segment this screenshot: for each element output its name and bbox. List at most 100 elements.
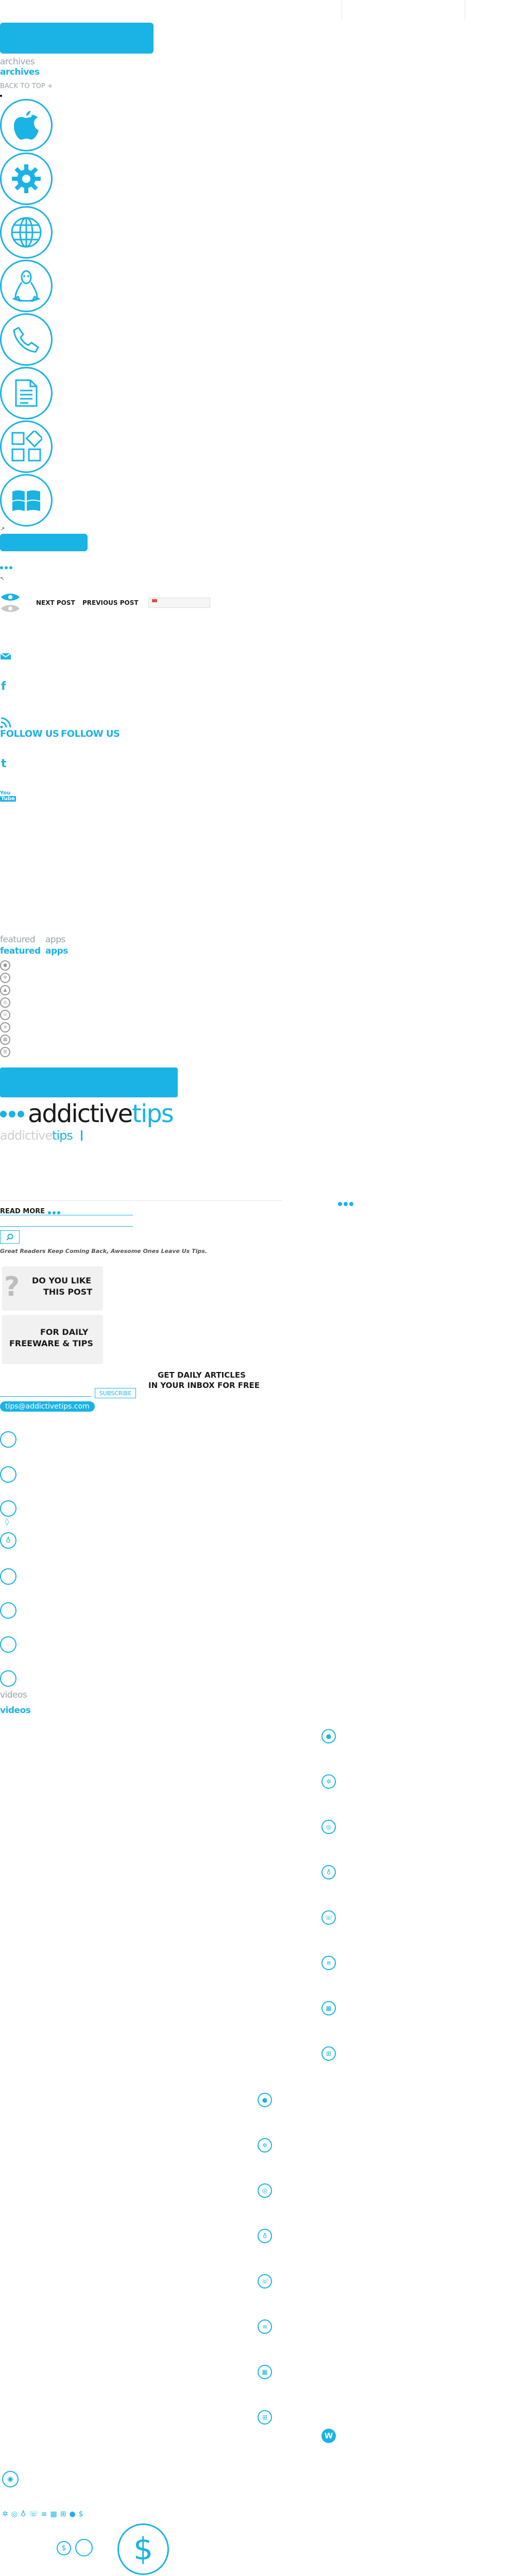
like-line-1: DO YOU LIKE bbox=[32, 1276, 92, 1285]
bottom-icon-row: ✲ ◎ ♁ ☏ ≡ ▦ ⊞ ● $ bbox=[2, 2510, 83, 2518]
mid-globe-icon[interactable]: ◎ bbox=[258, 2183, 272, 2198]
right-apple-icon[interactable]: ● bbox=[321, 1729, 336, 1743]
previous-post-link[interactable]: PREVIOUS POST bbox=[82, 599, 139, 606]
daily-line-2: FREEWARE & TIPS bbox=[9, 1338, 93, 1348]
like-post-box: ? DO YOU LIKE THIS POST bbox=[2, 1266, 103, 1311]
linux-mini-icon: ♁ bbox=[5, 1536, 11, 1545]
category-documents[interactable] bbox=[0, 367, 53, 419]
row-linux-icon[interactable]: ♁ bbox=[21, 2510, 26, 2518]
globe-icon bbox=[11, 217, 42, 248]
back-to-top-link[interactable]: BACK TO TOP + bbox=[0, 82, 53, 90]
email-address-badge[interactable]: tips@addictivetips.com bbox=[0, 1401, 95, 1412]
mini-gear-icon[interactable]: ✲ bbox=[0, 973, 10, 983]
right-phone-icon[interactable]: ☏ bbox=[321, 1910, 336, 1925]
daily-tips-box: FOR DAILY FREEWARE & TIPS bbox=[2, 1315, 103, 1364]
row-windows8-icon[interactable]: ▦ bbox=[50, 2510, 57, 2518]
email-icon[interactable] bbox=[0, 652, 11, 662]
row-gear-icon[interactable]: ✲ bbox=[2, 2510, 8, 2518]
mini-phone-icon[interactable]: ☏ bbox=[0, 1010, 10, 1020]
category-linux[interactable] bbox=[0, 260, 53, 312]
logo-accent-text: tips bbox=[132, 1099, 174, 1128]
row-globe-icon[interactable]: ◎ bbox=[11, 2510, 18, 2518]
windows8-icon bbox=[11, 431, 42, 462]
outline-circle-5[interactable] bbox=[0, 1568, 16, 1585]
right-doc-icon[interactable]: ≡ bbox=[321, 1956, 336, 1970]
mini-linux-icon[interactable]: ▲ bbox=[0, 985, 10, 995]
post-thumbnail[interactable] bbox=[148, 598, 210, 608]
daily-line-1: FOR DAILY bbox=[40, 1327, 89, 1337]
mini-doc-icon[interactable]: ≡ bbox=[0, 1022, 10, 1032]
mid-doc-icon[interactable]: ≡ bbox=[258, 2319, 272, 2334]
outline-circle-2[interactable] bbox=[0, 1466, 16, 1483]
right-gear-icon[interactable]: ✲ bbox=[321, 1774, 336, 1789]
document-icon bbox=[15, 379, 38, 407]
row-windows-icon[interactable]: ⊞ bbox=[60, 2510, 66, 2518]
subscribe-button[interactable]: SUBSCRIBE bbox=[95, 1388, 136, 1398]
mid-windows-icon[interactable]: ⊞ bbox=[258, 2410, 272, 2425]
category-apple[interactable] bbox=[0, 99, 53, 151]
right-category-icons: ● ✲ ◎ ♁ ☏ ≡ ▦ ⊞ bbox=[321, 1729, 337, 2061]
videos-label-blue[interactable]: videos bbox=[0, 1705, 31, 1716]
row-phone-icon[interactable]: ☏ bbox=[29, 2510, 38, 2518]
right-windows8-icon[interactable]: ▦ bbox=[321, 2001, 336, 2015]
big-dollar-circle[interactable]: $ bbox=[117, 2523, 169, 2575]
mini-globe-icon[interactable]: ◎ bbox=[0, 997, 10, 1008]
big-dollar-glyph: $ bbox=[133, 2531, 154, 2567]
top-blue-bar bbox=[0, 23, 154, 54]
category-web[interactable] bbox=[0, 206, 53, 259]
apple-icon bbox=[14, 111, 39, 140]
three-dots-icon bbox=[0, 562, 14, 571]
right-globe-icon[interactable]: ◎ bbox=[321, 1820, 336, 1834]
mid-gear-icon[interactable]: ✲ bbox=[258, 2138, 272, 2153]
bottom-circle-icon[interactable]: ◉ bbox=[2, 2471, 19, 2487]
mid-apple-icon[interactable]: ● bbox=[258, 2093, 272, 2107]
wordpress-icon[interactable]: W bbox=[321, 2429, 336, 2443]
row-dollar-icon[interactable]: $ bbox=[79, 2510, 83, 2518]
outline-circle-7[interactable] bbox=[0, 1636, 16, 1653]
right-linux-icon[interactable]: ♁ bbox=[321, 1865, 336, 1879]
archives-link[interactable]: archives bbox=[0, 67, 40, 77]
mid-phone-icon[interactable]: ☏ bbox=[258, 2274, 272, 2289]
row-doc-icon[interactable]: ≡ bbox=[41, 2510, 47, 2518]
logo-grey-text: addictive bbox=[0, 1128, 53, 1143]
small-dollar-glyph: $ bbox=[61, 2544, 66, 2552]
category-phone[interactable] bbox=[0, 313, 53, 366]
search-button[interactable] bbox=[0, 1230, 20, 1244]
mid-windows8-icon[interactable]: ▦ bbox=[258, 2365, 272, 2379]
newsletter-email-input[interactable] bbox=[0, 1386, 92, 1397]
follow-us-dark: FOLLOW US bbox=[0, 728, 59, 739]
empty-donation-circle[interactable] bbox=[75, 2539, 93, 2556]
small-dollar-circle[interactable]: $ bbox=[57, 2541, 71, 2555]
next-post-link[interactable]: NEXT POST bbox=[36, 599, 75, 606]
thumbnail-flag bbox=[152, 599, 157, 602]
facebook-icon[interactable]: f bbox=[1, 680, 6, 693]
outline-circle-1[interactable] bbox=[0, 1431, 16, 1448]
mini-windows8-icon[interactable]: ▦ bbox=[0, 1035, 10, 1045]
great-readers-text: Great Readers Keep Coming Back, Awesome … bbox=[0, 1248, 208, 1255]
mid-linux-icon[interactable]: ♁ bbox=[258, 2229, 272, 2243]
mini-windows-icon[interactable]: ⊞ bbox=[0, 1047, 10, 1057]
search-icon bbox=[6, 1233, 13, 1241]
search-field-line[interactable] bbox=[0, 1226, 133, 1227]
eye-icon bbox=[0, 592, 21, 604]
outline-circle-8[interactable] bbox=[0, 1670, 16, 1687]
small-arrow-icon: ↗ bbox=[0, 526, 5, 532]
twitter-icon[interactable]: t bbox=[1, 757, 7, 770]
newsletter-line-1: GET DAILY ARTICLES bbox=[158, 1370, 246, 1380]
outline-circle-4[interactable]: ♁ bbox=[0, 1532, 16, 1549]
site-logo[interactable]: addictive tips bbox=[0, 1099, 174, 1128]
category-windows[interactable] bbox=[0, 474, 53, 527]
outline-circle-6[interactable] bbox=[0, 1602, 16, 1619]
row-apple-icon[interactable]: ● bbox=[69, 2510, 75, 2518]
youtube-you: You bbox=[0, 790, 11, 796]
youtube-icon[interactable]: You Tube bbox=[0, 790, 16, 802]
header-blue-bar bbox=[0, 1067, 178, 1097]
apps-label-blue[interactable]: apps bbox=[45, 946, 68, 956]
category-windows8[interactable] bbox=[0, 420, 53, 473]
mini-apple-icon[interactable]: ● bbox=[0, 960, 10, 971]
outline-circle-3[interactable] bbox=[0, 1500, 16, 1517]
right-windows-icon[interactable]: ⊞ bbox=[321, 2046, 336, 2061]
category-settings[interactable] bbox=[0, 152, 53, 205]
windows-icon bbox=[12, 490, 40, 511]
featured-label-grey: featured bbox=[0, 935, 36, 945]
